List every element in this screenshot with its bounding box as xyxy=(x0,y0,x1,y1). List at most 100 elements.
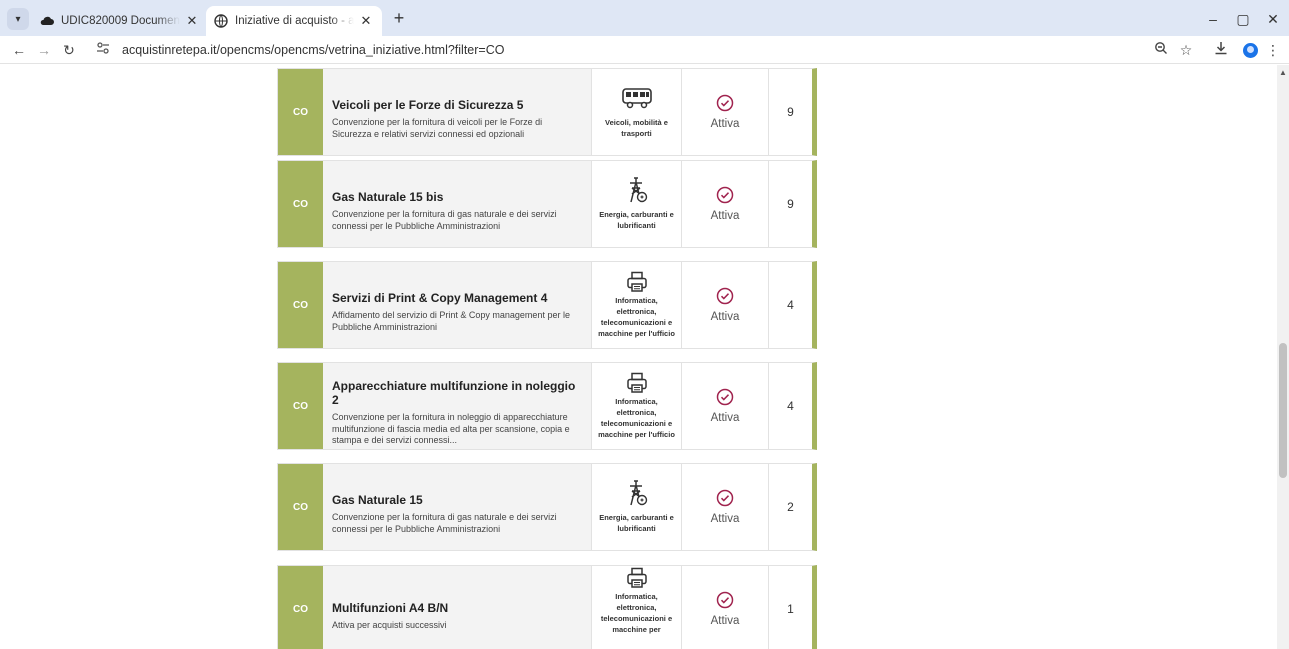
card-title[interactable]: Veicoli per le Forze di Sicurezza 5 xyxy=(332,98,583,112)
url-text: acquistinretepa.it/opencms/opencms/vetri… xyxy=(122,43,505,57)
card-description: Attiva per acquisti successivi xyxy=(332,619,447,630)
card-description: Convenzione per la fornitura di gas natu… xyxy=(332,512,557,534)
count-cell: 1 xyxy=(768,566,812,649)
bookmark-star-icon[interactable]: ☆ xyxy=(1175,39,1197,61)
category-cell: Informatica, elettronica, telecomunicazi… xyxy=(591,262,681,348)
category-label: Informatica, elettronica, telecomunicazi… xyxy=(600,592,673,634)
category-label: Energia, carburanti e lubrificanti xyxy=(599,513,674,533)
check-circle-icon xyxy=(716,287,734,305)
category-cell: Energia, carburanti e lubrificanti xyxy=(591,464,681,550)
category-cell: Informatica, elettronica, telecomunicazi… xyxy=(591,363,681,449)
count-cell: 4 xyxy=(768,363,812,449)
energy-pylon-icon xyxy=(620,177,654,203)
scroll-up-arrow-icon[interactable]: ▲ xyxy=(1277,68,1289,78)
initiative-card[interactable]: CO Gas Naturale 15 Convenzione per la fo… xyxy=(277,463,817,551)
check-circle-icon xyxy=(716,186,734,204)
card-main: Gas Naturale 15 bis Convenzione per la f… xyxy=(323,161,591,247)
card-title[interactable]: Gas Naturale 15 xyxy=(332,493,583,507)
site-settings-icon[interactable] xyxy=(96,42,114,58)
type-badge: CO xyxy=(278,161,323,247)
card-title[interactable]: Gas Naturale 15 bis xyxy=(332,190,583,204)
scrollbar-thumb[interactable] xyxy=(1279,343,1287,478)
status-cell: Attiva xyxy=(681,363,768,449)
tab-documents[interactable]: UDIC820009 Documenti in CO ✕ xyxy=(32,6,208,36)
status-label: Attiva xyxy=(710,210,740,222)
globe-icon xyxy=(214,14,228,28)
printer-icon xyxy=(620,271,654,292)
category-label: Veicoli, mobilità e trasporti xyxy=(605,118,668,138)
energy-pylon-icon xyxy=(620,480,654,506)
close-tab-icon[interactable]: ✕ xyxy=(358,13,374,29)
status-label: Attiva xyxy=(710,118,740,130)
address-bar[interactable]: acquistinretepa.it/opencms/opencms/vetri… xyxy=(88,38,1188,62)
menu-kebab-icon[interactable]: ⋮ xyxy=(1262,39,1284,61)
browser-toolbar: ← → ↻ acquistinretepa.it/opencms/opencms… xyxy=(0,36,1289,64)
back-arrow-icon[interactable]: ← xyxy=(8,39,30,61)
card-title[interactable]: Multifunzioni A4 B/N xyxy=(332,601,583,615)
category-label: Energia, carburanti e lubrificanti xyxy=(599,210,674,230)
card-title[interactable]: Apparecchiature multifunzione in noleggi… xyxy=(332,379,583,407)
check-circle-icon xyxy=(716,388,734,406)
status-cell: Attiva xyxy=(681,464,768,550)
card-main: Servizi di Print & Copy Management 4 Aff… xyxy=(323,262,591,348)
check-circle-icon xyxy=(716,489,734,507)
cloud-icon xyxy=(40,14,54,28)
card-description: Affidamento del servizio di Print & Copy… xyxy=(332,310,570,332)
status-label: Attiva xyxy=(710,513,740,525)
type-badge: CO xyxy=(278,566,323,649)
type-badge: CO xyxy=(278,363,323,449)
type-badge: CO xyxy=(278,69,323,155)
count-cell: 4 xyxy=(768,262,812,348)
download-icon[interactable] xyxy=(1210,39,1232,61)
restore-button[interactable]: ▢ xyxy=(1228,8,1258,30)
initiative-card[interactable]: CO Apparecchiature multifunzione in nole… xyxy=(277,362,817,450)
count-cell: 9 xyxy=(768,161,812,247)
reload-icon[interactable]: ↻ xyxy=(58,39,80,61)
count-cell: 2 xyxy=(768,464,812,550)
printer-icon xyxy=(620,372,654,393)
card-description: Convenzione per la fornitura di veicoli … xyxy=(332,117,543,139)
tab-title: UDIC820009 Documenti in CO xyxy=(61,15,180,27)
initiative-card[interactable]: CO Veicoli per le Forze di Sicurezza 5 C… xyxy=(277,68,817,156)
minimize-button[interactable]: – xyxy=(1198,8,1228,30)
close-window-button[interactable]: ✕ xyxy=(1258,8,1288,30)
zoom-icon[interactable] xyxy=(1150,39,1172,61)
new-tab-button[interactable]: + xyxy=(388,9,410,29)
forward-arrow-icon[interactable]: → xyxy=(33,39,55,61)
category-label: Informatica, elettronica, telecomunicazi… xyxy=(598,396,675,439)
type-badge: CO xyxy=(278,464,323,550)
card-main: Multifunzioni A4 B/N Attiva per acquisti… xyxy=(323,566,591,649)
card-main: Gas Naturale 15 Convenzione per la forni… xyxy=(323,464,591,550)
initiative-card[interactable]: CO Multifunzioni A4 B/N Attiva per acqui… xyxy=(277,565,817,649)
count-cell: 9 xyxy=(768,69,812,155)
initiative-card[interactable]: CO Gas Naturale 15 bis Convenzione per l… xyxy=(277,160,817,248)
card-main: Apparecchiature multifunzione in noleggi… xyxy=(323,363,591,449)
status-label: Attiva xyxy=(710,311,740,323)
bus-icon xyxy=(620,85,654,111)
status-label: Attiva xyxy=(710,412,740,424)
check-circle-icon xyxy=(716,591,734,609)
tab-title: Iniziative di acquisto - acquistin xyxy=(235,15,354,27)
status-label: Attiva xyxy=(710,615,740,627)
status-cell: Attiva xyxy=(681,161,768,247)
tab-bar: ▾ UDIC820009 Documenti in CO ✕ Iniziativ… xyxy=(0,0,1289,36)
profile-avatar[interactable] xyxy=(1243,43,1258,58)
page-viewport: CO Veicoli per le Forze di Sicurezza 5 C… xyxy=(0,65,1277,649)
tab-search-button[interactable]: ▾ xyxy=(7,8,29,30)
card-description: Convenzione per la fornitura in noleggio… xyxy=(332,412,570,446)
page-scrollbar[interactable]: ▲ xyxy=(1277,65,1289,649)
initiative-card[interactable]: CO Servizi di Print & Copy Management 4 … xyxy=(277,261,817,349)
status-cell: Attiva xyxy=(681,262,768,348)
card-description: Convenzione per la fornitura di gas natu… xyxy=(332,209,557,231)
printer-icon xyxy=(620,567,654,588)
category-cell: Informatica, elettronica, telecomunicazi… xyxy=(591,566,681,649)
check-circle-icon xyxy=(716,94,734,112)
card-title[interactable]: Servizi di Print & Copy Management 4 xyxy=(332,291,583,305)
category-cell: Energia, carburanti e lubrificanti xyxy=(591,161,681,247)
tab-iniziative[interactable]: Iniziative di acquisto - acquistin ✕ xyxy=(206,6,382,36)
status-cell: Attiva xyxy=(681,566,768,649)
card-main: Veicoli per le Forze di Sicurezza 5 Conv… xyxy=(323,69,591,155)
close-tab-icon[interactable]: ✕ xyxy=(184,13,200,29)
category-cell: Veicoli, mobilità e trasporti xyxy=(591,69,681,155)
status-cell: Attiva xyxy=(681,69,768,155)
